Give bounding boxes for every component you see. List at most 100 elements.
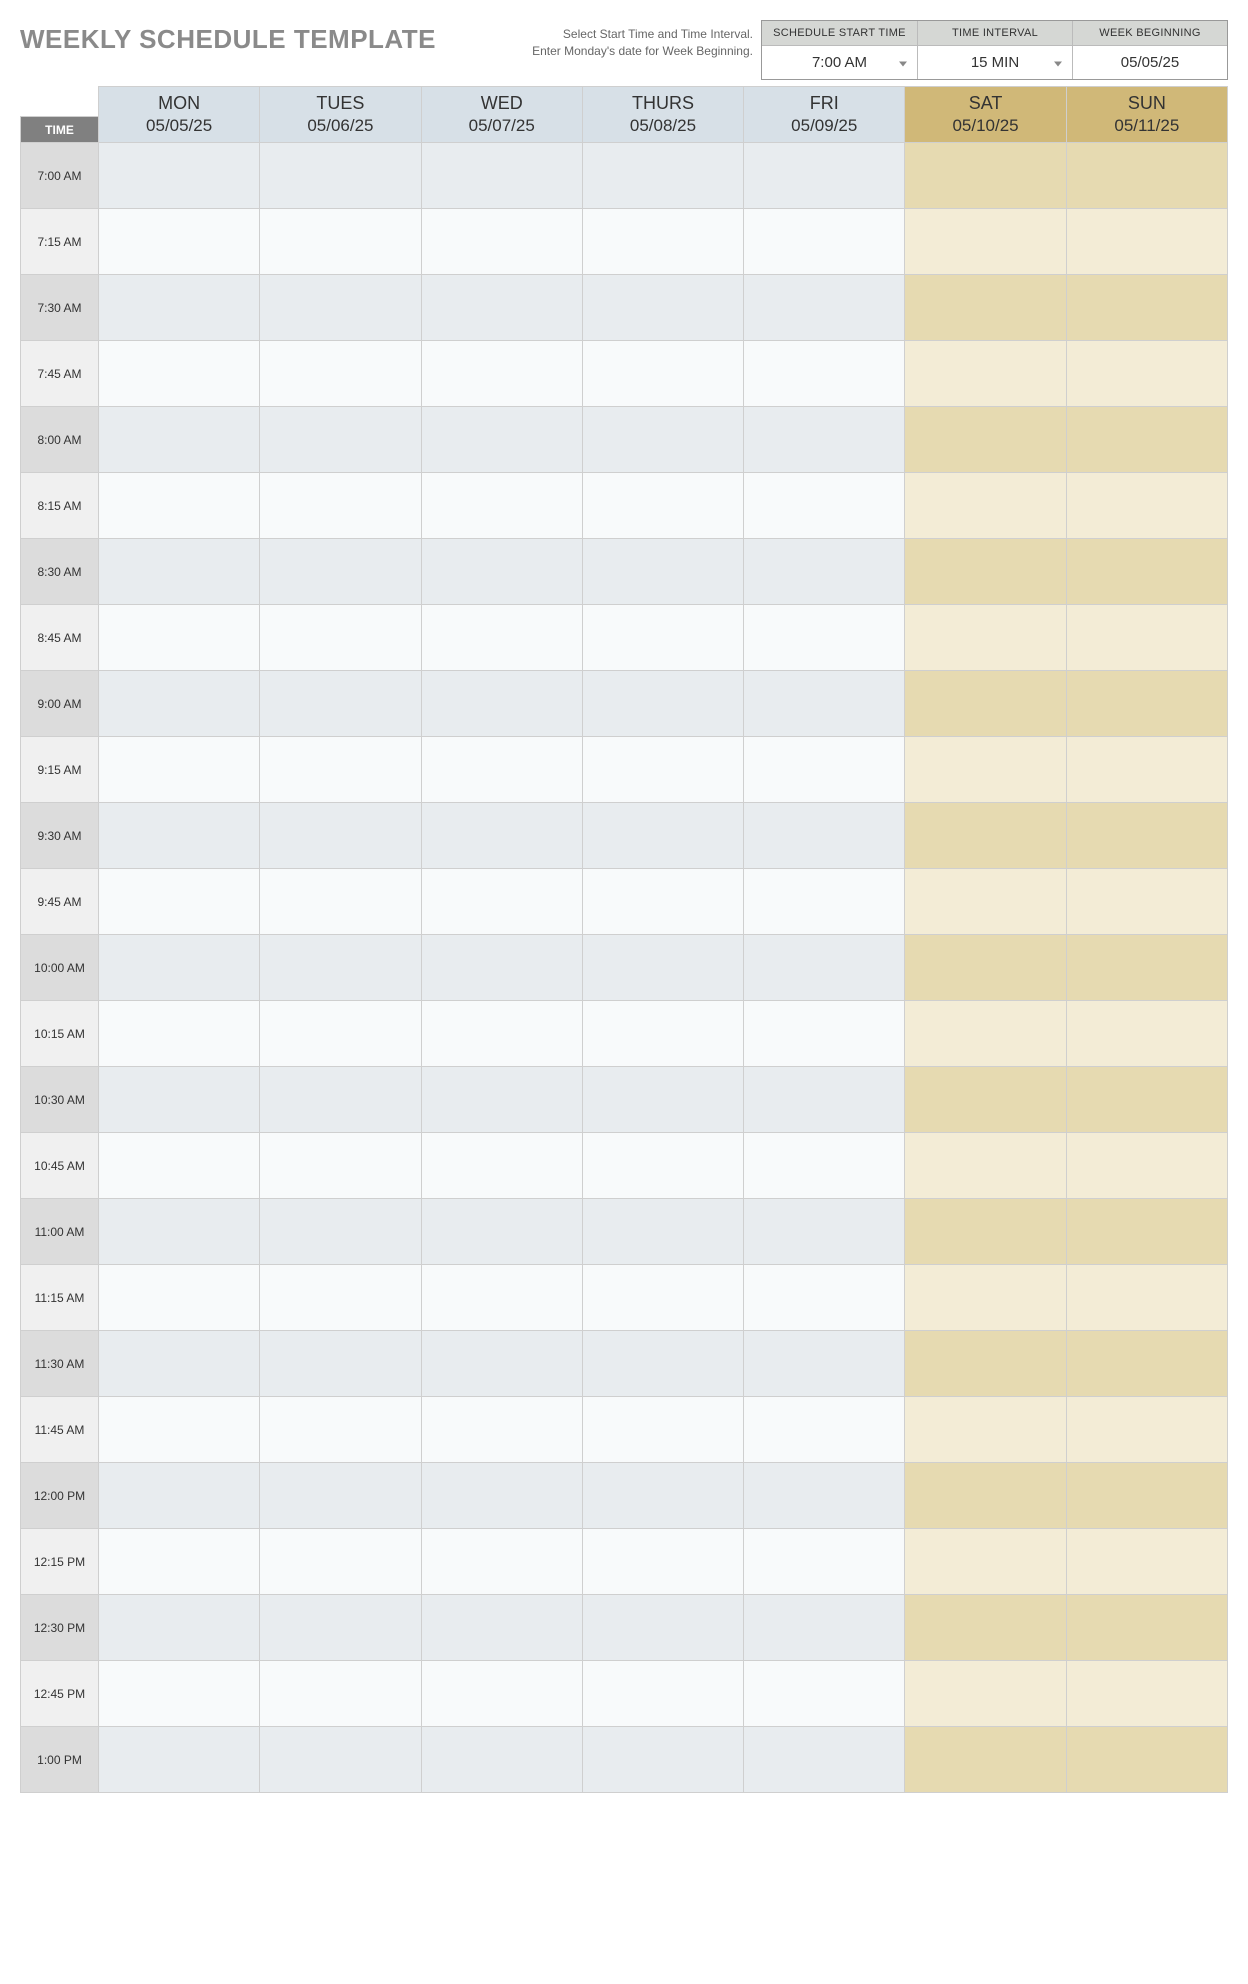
schedule-cell[interactable] <box>744 803 905 869</box>
schedule-cell[interactable] <box>905 1529 1066 1595</box>
schedule-cell[interactable] <box>582 275 743 341</box>
schedule-cell[interactable] <box>1066 869 1227 935</box>
schedule-cell[interactable] <box>905 671 1066 737</box>
schedule-cell[interactable] <box>99 1265 260 1331</box>
schedule-cell[interactable] <box>905 1199 1066 1265</box>
schedule-cell[interactable] <box>260 539 421 605</box>
schedule-cell[interactable] <box>421 407 582 473</box>
schedule-cell[interactable] <box>421 1001 582 1067</box>
schedule-cell[interactable] <box>744 1199 905 1265</box>
schedule-cell[interactable] <box>99 1529 260 1595</box>
schedule-cell[interactable] <box>582 671 743 737</box>
schedule-cell[interactable] <box>744 935 905 1001</box>
schedule-cell[interactable] <box>744 209 905 275</box>
schedule-cell[interactable] <box>744 1397 905 1463</box>
schedule-cell[interactable] <box>1066 1397 1227 1463</box>
schedule-cell[interactable] <box>421 143 582 209</box>
schedule-cell[interactable] <box>1066 209 1227 275</box>
schedule-cell[interactable] <box>260 605 421 671</box>
schedule-cell[interactable] <box>1066 1133 1227 1199</box>
schedule-cell[interactable] <box>1066 473 1227 539</box>
schedule-cell[interactable] <box>421 869 582 935</box>
schedule-cell[interactable] <box>744 1595 905 1661</box>
schedule-cell[interactable] <box>1066 1265 1227 1331</box>
schedule-cell[interactable] <box>1066 275 1227 341</box>
schedule-cell[interactable] <box>582 341 743 407</box>
schedule-cell[interactable] <box>582 1595 743 1661</box>
schedule-cell[interactable] <box>421 803 582 869</box>
schedule-cell[interactable] <box>744 1463 905 1529</box>
schedule-cell[interactable] <box>905 407 1066 473</box>
schedule-cell[interactable] <box>905 1463 1066 1529</box>
schedule-cell[interactable] <box>1066 1001 1227 1067</box>
start-time-select[interactable]: 7:00 AM <box>762 46 917 79</box>
schedule-cell[interactable] <box>1066 605 1227 671</box>
schedule-cell[interactable] <box>99 1661 260 1727</box>
schedule-cell[interactable] <box>99 1133 260 1199</box>
schedule-cell[interactable] <box>260 935 421 1001</box>
schedule-cell[interactable] <box>260 1067 421 1133</box>
schedule-cell[interactable] <box>260 407 421 473</box>
schedule-cell[interactable] <box>744 1001 905 1067</box>
schedule-cell[interactable] <box>99 209 260 275</box>
schedule-cell[interactable] <box>744 1529 905 1595</box>
schedule-cell[interactable] <box>99 1463 260 1529</box>
schedule-cell[interactable] <box>905 1661 1066 1727</box>
schedule-cell[interactable] <box>99 605 260 671</box>
schedule-cell[interactable] <box>260 275 421 341</box>
schedule-cell[interactable] <box>1066 1595 1227 1661</box>
schedule-cell[interactable] <box>421 341 582 407</box>
schedule-cell[interactable] <box>260 1265 421 1331</box>
schedule-cell[interactable] <box>1066 1727 1227 1793</box>
schedule-cell[interactable] <box>99 143 260 209</box>
schedule-cell[interactable] <box>1066 539 1227 605</box>
schedule-cell[interactable] <box>582 1001 743 1067</box>
schedule-cell[interactable] <box>744 1331 905 1397</box>
schedule-cell[interactable] <box>260 1727 421 1793</box>
schedule-cell[interactable] <box>260 671 421 737</box>
schedule-cell[interactable] <box>421 737 582 803</box>
schedule-cell[interactable] <box>99 1001 260 1067</box>
schedule-cell[interactable] <box>582 1397 743 1463</box>
schedule-cell[interactable] <box>260 1199 421 1265</box>
schedule-cell[interactable] <box>260 473 421 539</box>
schedule-cell[interactable] <box>582 1661 743 1727</box>
schedule-cell[interactable] <box>421 605 582 671</box>
schedule-cell[interactable] <box>582 1529 743 1595</box>
schedule-cell[interactable] <box>582 1067 743 1133</box>
schedule-cell[interactable] <box>582 1133 743 1199</box>
schedule-cell[interactable] <box>744 1727 905 1793</box>
schedule-cell[interactable] <box>421 1727 582 1793</box>
schedule-cell[interactable] <box>582 605 743 671</box>
schedule-cell[interactable] <box>744 1661 905 1727</box>
schedule-cell[interactable] <box>744 275 905 341</box>
schedule-cell[interactable] <box>260 1595 421 1661</box>
schedule-cell[interactable] <box>421 935 582 1001</box>
schedule-cell[interactable] <box>744 869 905 935</box>
schedule-cell[interactable] <box>905 935 1066 1001</box>
schedule-cell[interactable] <box>905 869 1066 935</box>
schedule-cell[interactable] <box>905 209 1066 275</box>
schedule-cell[interactable] <box>582 803 743 869</box>
schedule-cell[interactable] <box>260 1397 421 1463</box>
schedule-cell[interactable] <box>582 473 743 539</box>
schedule-cell[interactable] <box>99 1199 260 1265</box>
schedule-cell[interactable] <box>582 143 743 209</box>
schedule-cell[interactable] <box>582 935 743 1001</box>
schedule-cell[interactable] <box>99 473 260 539</box>
schedule-cell[interactable] <box>99 869 260 935</box>
schedule-cell[interactable] <box>421 275 582 341</box>
schedule-cell[interactable] <box>1066 935 1227 1001</box>
schedule-cell[interactable] <box>905 341 1066 407</box>
schedule-cell[interactable] <box>421 1397 582 1463</box>
schedule-cell[interactable] <box>905 1331 1066 1397</box>
schedule-cell[interactable] <box>905 1397 1066 1463</box>
schedule-cell[interactable] <box>905 1595 1066 1661</box>
schedule-cell[interactable] <box>99 275 260 341</box>
schedule-cell[interactable] <box>99 341 260 407</box>
schedule-cell[interactable] <box>99 1397 260 1463</box>
schedule-cell[interactable] <box>99 935 260 1001</box>
schedule-cell[interactable] <box>99 407 260 473</box>
schedule-cell[interactable] <box>582 209 743 275</box>
schedule-cell[interactable] <box>1066 1067 1227 1133</box>
